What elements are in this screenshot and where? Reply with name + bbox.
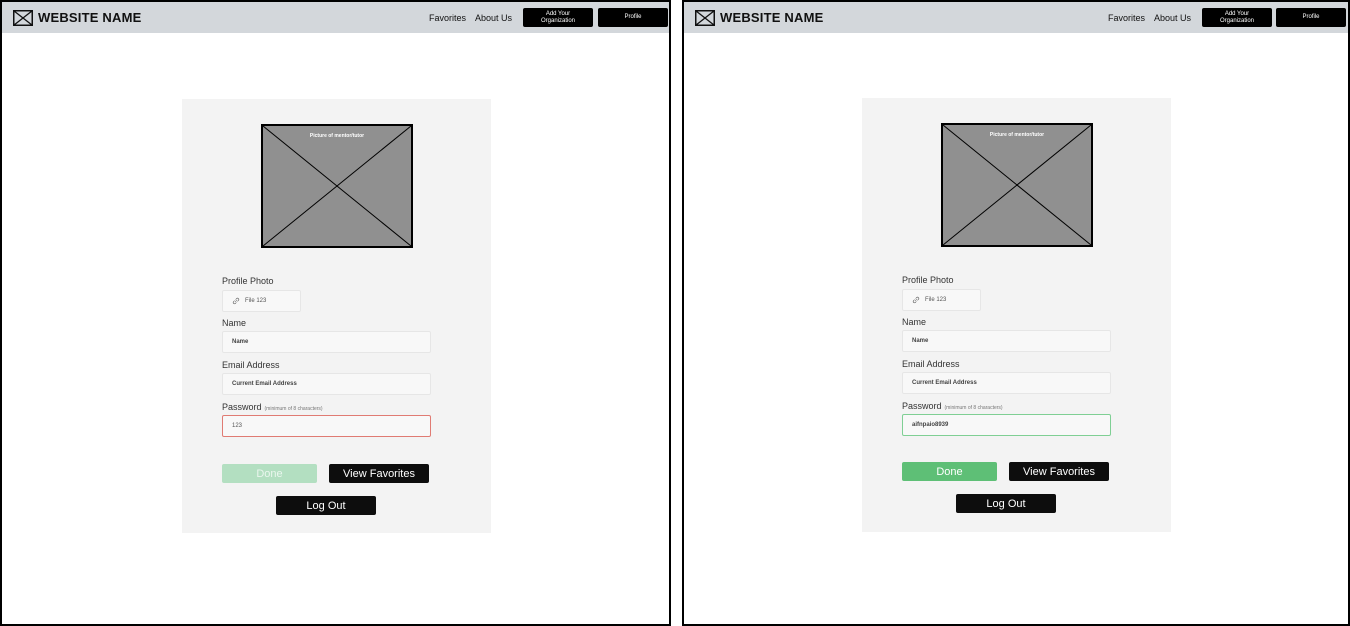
- profile-picture-placeholder: Picture of mentor/tutor: [941, 123, 1093, 247]
- name-label: Name: [902, 317, 927, 327]
- logo-placeholder-icon: [13, 10, 33, 26]
- view-favorites-button[interactable]: View Favorites: [1009, 462, 1109, 481]
- profile-button[interactable]: Profile: [1276, 8, 1346, 27]
- logo-placeholder-icon: [695, 10, 715, 26]
- name-input[interactable]: Name: [902, 330, 1111, 352]
- profile-edit-card: Picture of mentor/tutor Profile Photo Fi…: [862, 98, 1171, 532]
- profile-edit-card: Picture of mentor/tutor Profile Photo Fi…: [182, 99, 491, 533]
- file-value: File 123: [925, 297, 947, 303]
- password-label: Password (minimum of 8 characters): [902, 401, 1003, 411]
- profile-photo-label: Profile Photo: [222, 276, 274, 286]
- image-placeholder-icon: [263, 126, 411, 246]
- password-input-invalid[interactable]: 123: [222, 415, 431, 437]
- nav-favorites-link[interactable]: Favorites: [1108, 13, 1145, 23]
- password-hint: (minimum of 8 characters): [944, 405, 1003, 411]
- photo-caption: Picture of mentor/tutor: [309, 133, 365, 139]
- profile-photo-label: Profile Photo: [902, 275, 954, 285]
- image-placeholder-icon: [943, 125, 1091, 245]
- email-label: Email Address: [222, 360, 280, 370]
- site-name[interactable]: WEBSITE NAME: [38, 10, 142, 25]
- log-out-button[interactable]: Log Out: [956, 494, 1056, 513]
- add-organization-button[interactable]: Add Your Organization: [523, 8, 593, 27]
- photo-caption: Picture of mentor/tutor: [989, 132, 1045, 138]
- link-icon: [912, 296, 920, 304]
- right-screen: WEBSITE NAME Favorites About Us Add Your…: [682, 0, 1350, 626]
- add-organization-button[interactable]: Add Your Organization: [1202, 8, 1272, 27]
- file-value: File 123: [245, 298, 267, 304]
- link-icon: [232, 297, 240, 305]
- email-label: Email Address: [902, 359, 960, 369]
- name-label: Name: [222, 318, 247, 328]
- site-name[interactable]: WEBSITE NAME: [720, 10, 824, 25]
- profile-picture-placeholder: Picture of mentor/tutor: [261, 124, 413, 248]
- password-input-valid[interactable]: aifnpaio8939: [902, 414, 1111, 436]
- view-favorites-button[interactable]: View Favorites: [329, 464, 429, 483]
- email-input[interactable]: Current Email Address: [902, 372, 1111, 394]
- add-organization-label: Add Your Organization: [540, 10, 576, 24]
- profile-photo-file-input[interactable]: File 123: [902, 289, 981, 311]
- log-out-button[interactable]: Log Out: [276, 496, 376, 515]
- nav-favorites-link[interactable]: Favorites: [429, 13, 466, 23]
- add-organization-label: Add Your Organization: [1219, 10, 1255, 24]
- nav-about-link[interactable]: About Us: [1154, 13, 1191, 23]
- name-input[interactable]: Name: [222, 331, 431, 353]
- profile-button[interactable]: Profile: [598, 8, 668, 27]
- email-input[interactable]: Current Email Address: [222, 373, 431, 395]
- top-nav-bar: WEBSITE NAME Favorites About Us Add Your…: [2, 2, 669, 33]
- top-nav-bar: WEBSITE NAME Favorites About Us Add Your…: [684, 2, 1348, 33]
- left-screen: WEBSITE NAME Favorites About Us Add Your…: [0, 0, 671, 626]
- profile-photo-file-input[interactable]: File 123: [222, 290, 301, 312]
- done-button-disabled[interactable]: Done: [222, 464, 317, 483]
- password-label: Password (minimum of 8 characters): [222, 402, 323, 412]
- nav-about-link[interactable]: About Us: [475, 13, 512, 23]
- done-button[interactable]: Done: [902, 462, 997, 481]
- password-hint: (minimum of 8 characters): [264, 406, 323, 412]
